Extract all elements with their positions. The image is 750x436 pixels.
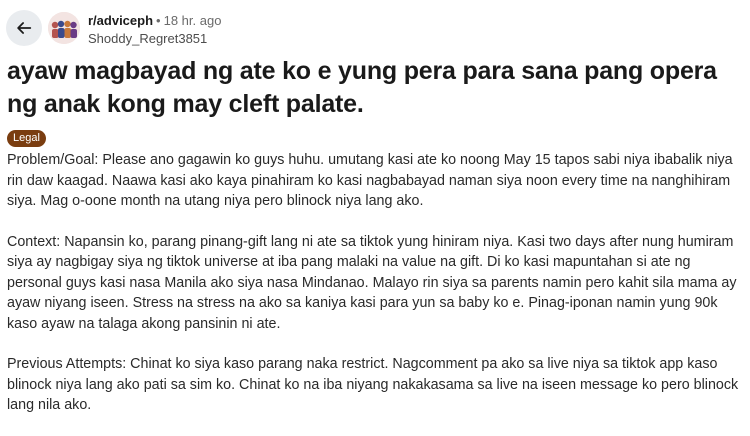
meta-separator: • — [156, 13, 161, 28]
body-paragraph-context: Context: Napansin ko, parang pinang-gift… — [7, 233, 737, 332]
body-paragraph-problem: Problem/Goal: Please ano gagawin ko guys… — [7, 152, 733, 209]
arrow-left-icon — [17, 22, 32, 34]
post-body: Problem/Goal: Please ano gagawin ko guys… — [7, 150, 742, 436]
subreddit-link[interactable]: r/adviceph — [88, 13, 153, 28]
post-title: ayaw magbayad ng ate ko e yung pera para… — [7, 57, 717, 118]
post-time: 18 hr. ago — [163, 13, 222, 28]
back-button[interactable] — [6, 10, 42, 46]
post-flair[interactable]: Legal — [7, 130, 46, 147]
subreddit-avatar-icon[interactable] — [48, 12, 80, 44]
author-link[interactable]: Shoddy_Regret3851 — [88, 30, 207, 47]
body-paragraph-attempts: Previous Attempts: Chinat ko siya kaso p… — [7, 356, 739, 413]
post-header: r/adviceph • 18 hr. ago Shoddy_Regret3851 — [0, 0, 750, 56]
post-meta: r/adviceph • 18 hr. ago — [88, 12, 221, 29]
